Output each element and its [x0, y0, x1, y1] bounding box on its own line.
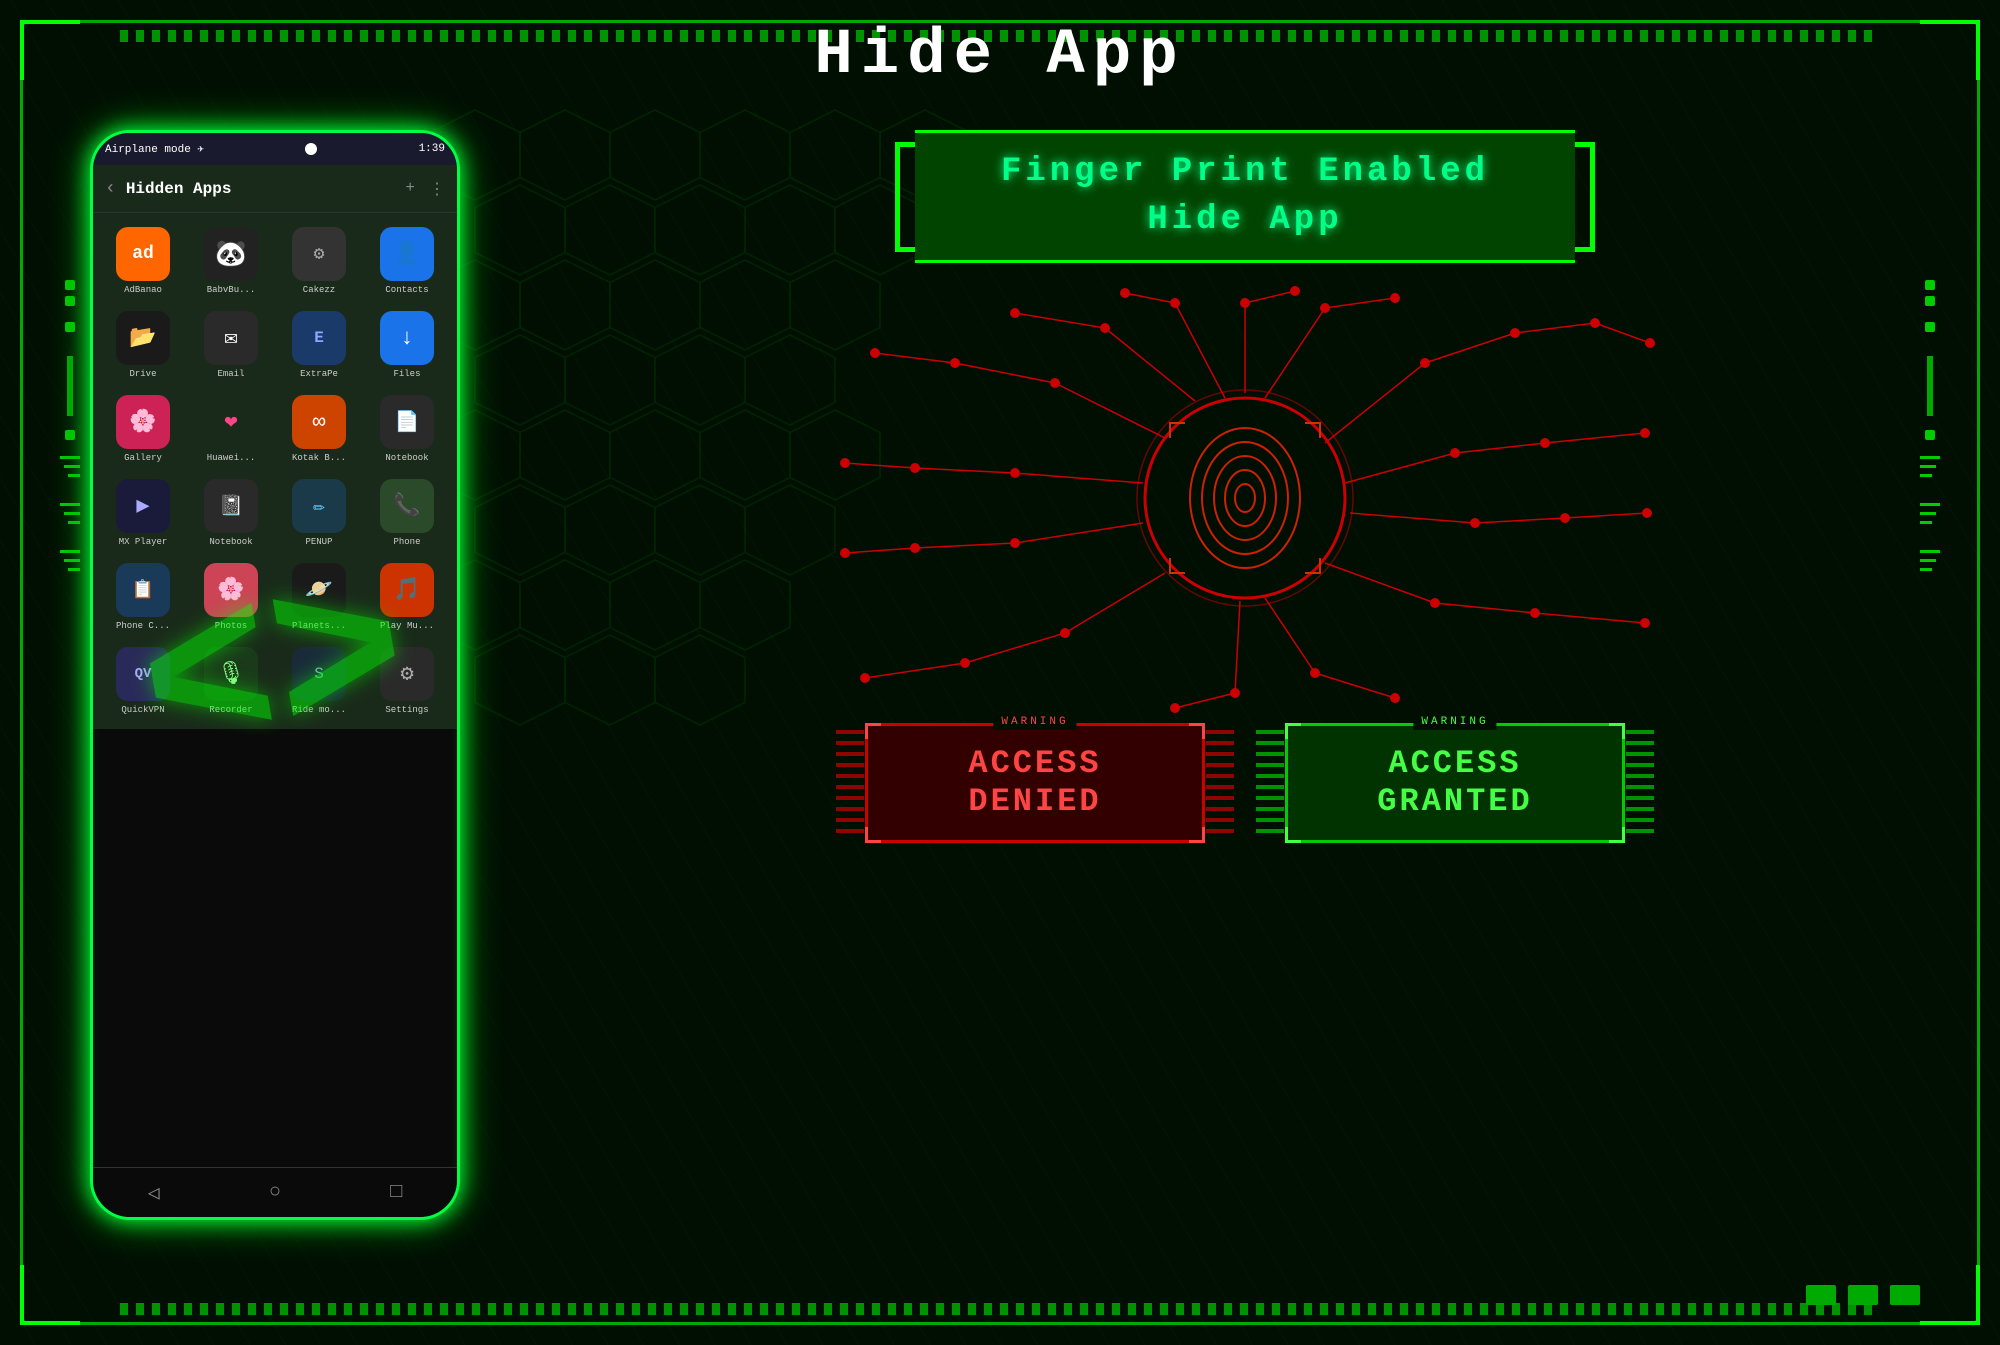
app-item[interactable]: 👤 Contacts	[365, 221, 449, 301]
app-item[interactable]: ⚙ Settings	[365, 641, 449, 721]
nav-recent[interactable]: □	[390, 1181, 402, 1204]
app-item[interactable]: ad AdBanao	[101, 221, 185, 301]
denied-stripe-left	[836, 726, 864, 840]
phone-header: ‹ Hidden Apps + ⋮	[93, 165, 457, 213]
fingerprint-network-svg	[835, 283, 1655, 713]
denied-stripe-right	[1206, 726, 1234, 840]
status-left: Airplane mode ✈	[105, 142, 204, 156]
indicator-dot-2	[1848, 1285, 1878, 1305]
bracket-left	[895, 142, 915, 252]
app-item[interactable]: 🎵 Play Mu...	[365, 557, 449, 637]
status-right: 1:39	[419, 143, 445, 155]
corner-tr-granted	[1609, 723, 1625, 739]
app-item[interactable]: E ExtraPe	[277, 305, 361, 385]
corner-br-granted	[1609, 827, 1625, 843]
corner-tl-granted	[1285, 723, 1301, 739]
fp-visual-area	[550, 283, 1940, 713]
fp-title-box: Finger Print Enabled Hide App	[915, 130, 1575, 263]
app-item[interactable]: 📄 Notebook	[365, 389, 449, 469]
app-item[interactable]: ↓ Files	[365, 305, 449, 385]
app-item[interactable]: S Ride mo...	[277, 641, 361, 721]
app-item[interactable]: 🌸 Photos	[189, 557, 273, 637]
corner-br-denied	[1189, 827, 1205, 843]
app-item[interactable]: 🐼 BabvBu...	[189, 221, 273, 301]
phone-mockup: Airplane mode ✈ 1:39 ‹ Hidden Apps + ⋮ a…	[90, 130, 460, 1220]
fp-title-line1: Finger Print Enabled	[1001, 153, 1489, 191]
app-item[interactable]: ❤ Huawei...	[189, 389, 273, 469]
corner-tr-denied	[1189, 723, 1205, 739]
phone-navbar: ◁ ○ □	[93, 1167, 457, 1217]
app-item[interactable]: QV QuickVPN	[101, 641, 185, 721]
menu-button[interactable]: ⋮	[429, 179, 445, 199]
corner-bl-granted	[1285, 827, 1301, 843]
granted-stripe-left	[1256, 726, 1284, 840]
phone-status-bar: Airplane mode ✈ 1:39	[93, 133, 457, 165]
denied-text: ACCESS DENIED	[968, 745, 1101, 822]
app-item[interactable]: ⚙ Cakezz	[277, 221, 361, 301]
app-item[interactable]: ▶ MX Player	[101, 473, 185, 553]
app-item[interactable]: ✏ PENUP	[277, 473, 361, 553]
indicator-dot-1	[1806, 1285, 1836, 1305]
add-button[interactable]: +	[405, 179, 415, 199]
granted-warning-label: WARNING	[1413, 714, 1496, 730]
access-denied-box: WARNING ACCESS DENIED	[865, 723, 1205, 843]
granted-text: ACCESS GRANTED	[1377, 745, 1532, 822]
page-title: Hide App	[0, 20, 2000, 92]
app-item[interactable]: 📞 Phone	[365, 473, 449, 553]
access-boxes-row: WARNING ACCESS DENIED WARNING	[550, 723, 1940, 843]
app-item[interactable]: ✉ Email	[189, 305, 273, 385]
apps-grid: ad AdBanao 🐼 BabvBu... ⚙ Cakezz 👤 Contac…	[93, 213, 457, 729]
nav-back[interactable]: ◁	[148, 1180, 160, 1206]
denied-warning-label: WARNING	[993, 714, 1076, 730]
app-item[interactable]: 📂 Drive	[101, 305, 185, 385]
bracket-right	[1575, 142, 1595, 252]
left-side-decorations	[60, 280, 80, 581]
app-item[interactable]: 📓 Notebook	[189, 473, 273, 553]
back-button[interactable]: ‹	[105, 179, 116, 199]
access-granted-box: WARNING ACCESS GRANTED	[1285, 723, 1625, 843]
corner-bl-denied	[865, 827, 881, 843]
bottom-indicator-dots	[1806, 1285, 1920, 1305]
app-item[interactable]: 🌸 Gallery	[101, 389, 185, 469]
right-panel: Finger Print Enabled Hide App	[550, 120, 1940, 1265]
hidden-apps-title: Hidden Apps	[126, 180, 396, 198]
granted-stripe-right	[1626, 726, 1654, 840]
indicator-dot-3	[1890, 1285, 1920, 1305]
app-item[interactable]: ∞ Kotak B...	[277, 389, 361, 469]
fp-title-line2: Hide App	[1147, 201, 1342, 239]
app-item[interactable]: 📋 Phone C...	[101, 557, 185, 637]
app-item[interactable]: 🪐 Planets...	[277, 557, 361, 637]
app-item[interactable]: 🎙 Recorder	[189, 641, 273, 721]
fp-title-container: Finger Print Enabled Hide App	[895, 130, 1595, 263]
corner-tl-denied	[865, 723, 881, 739]
nav-home[interactable]: ○	[269, 1181, 281, 1204]
